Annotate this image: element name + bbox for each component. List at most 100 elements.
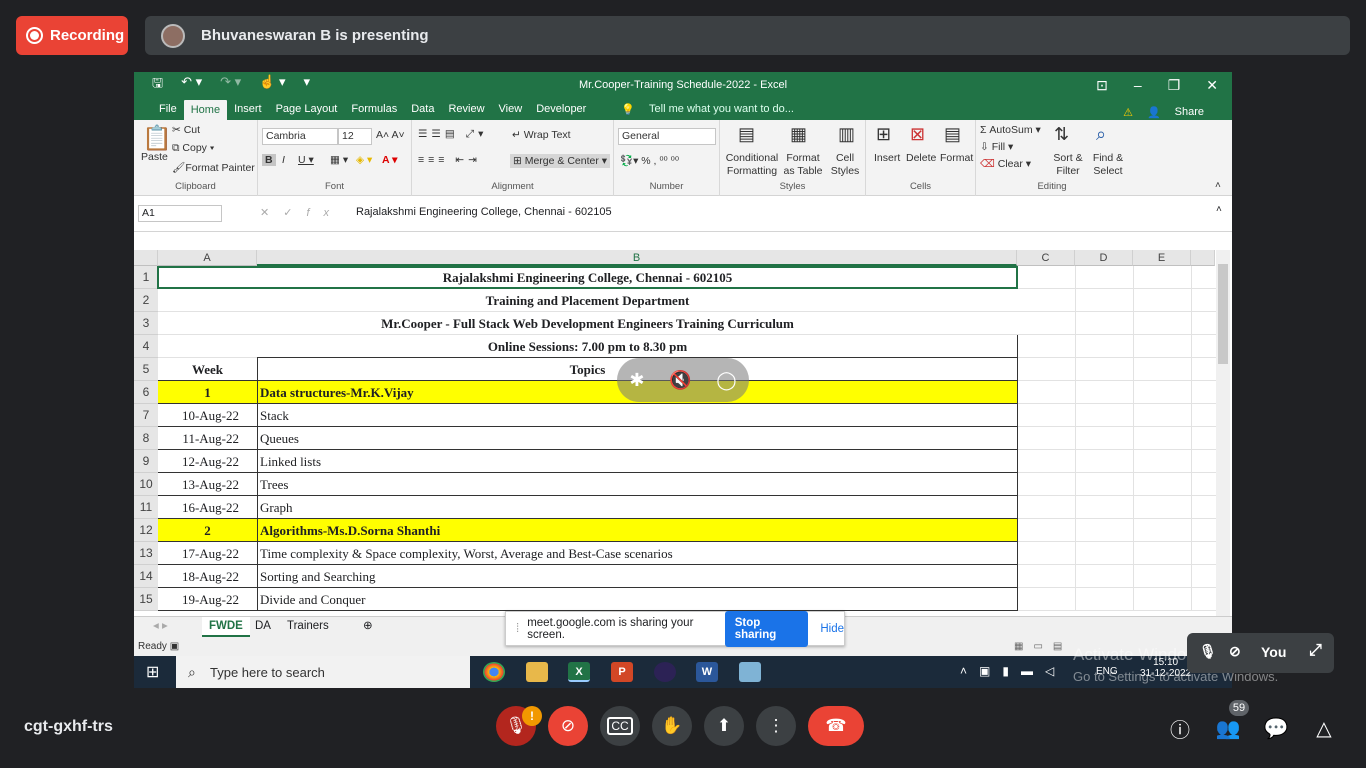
scrollbar-thumb[interactable] bbox=[1218, 264, 1228, 364]
name-box[interactable]: A1 bbox=[138, 205, 222, 222]
border-icon[interactable]: ▦ ▾ bbox=[330, 154, 348, 166]
row-header[interactable]: 3 bbox=[134, 312, 158, 335]
cell-b15[interactable]: Divide and Conquer bbox=[260, 588, 1015, 611]
row-header[interactable]: 10 bbox=[134, 473, 158, 496]
cell-b11[interactable]: Graph bbox=[260, 496, 1015, 519]
italic-button[interactable]: I bbox=[282, 154, 285, 166]
format-as-table-button[interactable]: Format as Table bbox=[780, 152, 826, 178]
column-header-a[interactable]: A bbox=[158, 250, 257, 266]
raise-hand-button[interactable]: ✋ bbox=[652, 706, 692, 746]
row-header[interactable]: 6 bbox=[134, 381, 158, 404]
sheet-tab-da[interactable]: DA bbox=[248, 617, 278, 637]
hide-button[interactable]: Hide bbox=[820, 623, 844, 635]
insert-button[interactable]: Insert bbox=[874, 152, 900, 164]
fill-color-icon[interactable]: ◈ ▾ bbox=[356, 154, 372, 166]
magnifier-icon[interactable]: ⌕ bbox=[1096, 124, 1106, 145]
mic-off-icon[interactable]: 🔇 bbox=[669, 370, 691, 391]
number-format-icons[interactable]: 💱▾ % , ⁰⁰ ⁰⁰ bbox=[620, 154, 679, 167]
font-color-icon[interactable]: A ▾ bbox=[382, 154, 397, 166]
close-icon[interactable]: ✕ bbox=[1206, 77, 1218, 94]
row-header[interactable]: 5 bbox=[134, 358, 158, 381]
cursor-icon[interactable]: ✱ bbox=[629, 370, 644, 391]
insert-cells-icon[interactable]: ⊞ bbox=[876, 124, 891, 145]
word-icon[interactable]: W bbox=[696, 662, 718, 682]
tab-view[interactable]: View bbox=[492, 99, 530, 119]
add-sheet-icon[interactable]: ⊕ bbox=[356, 617, 380, 637]
tab-page-layout[interactable]: Page Layout bbox=[269, 99, 345, 119]
tab-formulas[interactable]: Formulas bbox=[344, 99, 404, 119]
collapse-ribbon-icon[interactable]: ˄ bbox=[1215, 180, 1221, 191]
vertical-scrollbar[interactable] bbox=[1216, 250, 1230, 618]
chrome-icon[interactable] bbox=[483, 662, 505, 682]
sheet-tab-fwde[interactable]: FWDE bbox=[202, 617, 250, 637]
captions-button[interactable]: CC bbox=[600, 706, 640, 746]
tell-me-box[interactable]: 💡 Tell me what you want to do... bbox=[607, 99, 808, 119]
taskbar-search[interactable]: ⌕ Type here to search bbox=[176, 656, 470, 688]
wrap-text-button[interactable]: ↵ Wrap Text bbox=[512, 129, 571, 141]
row-header[interactable]: 11 bbox=[134, 496, 158, 519]
file-explorer-icon[interactable] bbox=[526, 662, 548, 682]
present-button[interactable]: ⬆ bbox=[704, 706, 744, 746]
font-size-select[interactable]: 12 bbox=[338, 128, 372, 145]
clear-button[interactable]: ⌫ Clear ▾ bbox=[980, 158, 1031, 170]
expand-formula-icon[interactable]: ˄ bbox=[1216, 204, 1222, 215]
cell-b4[interactable]: Online Sessions: 7.00 pm to 8.30 pm bbox=[158, 335, 1017, 358]
tab-insert[interactable]: Insert bbox=[227, 99, 269, 119]
app-icon[interactable] bbox=[739, 662, 761, 682]
cell-b3[interactable]: Mr.Cooper - Full Stack Web Development E… bbox=[158, 312, 1017, 335]
powerpoint-icon[interactable]: P bbox=[611, 662, 633, 682]
cell-styles-icon[interactable]: ▥ bbox=[838, 124, 855, 145]
paste-button[interactable]: Paste bbox=[141, 151, 168, 163]
worksheet-grid[interactable]: A B C D E 1 Rajalakshmi Engineering Colle… bbox=[134, 250, 1232, 618]
format-painter-button[interactable]: 🖌Format Painter bbox=[172, 161, 255, 174]
chat-button[interactable]: 💬 bbox=[1258, 710, 1294, 746]
format-table-icon[interactable]: ▦ bbox=[790, 124, 807, 145]
excel-taskbar-icon[interactable]: X bbox=[568, 662, 590, 682]
cell-styles-button[interactable]: Cell Styles bbox=[828, 152, 862, 178]
cell-b5[interactable]: Topics bbox=[158, 358, 1017, 381]
grow-font-icon[interactable]: A˄ A˅ bbox=[376, 129, 405, 141]
row-header[interactable]: 15 bbox=[134, 588, 158, 611]
delete-cells-icon[interactable]: ⊠ bbox=[910, 124, 925, 145]
tab-data[interactable]: Data bbox=[404, 99, 441, 119]
restore-icon[interactable]: ❐ bbox=[1168, 77, 1181, 94]
cell-b9[interactable]: Linked lists bbox=[260, 450, 1015, 473]
paste-icon[interactable]: 📋 bbox=[142, 124, 172, 153]
tab-developer[interactable]: Developer bbox=[529, 99, 593, 119]
row-header[interactable]: 9 bbox=[134, 450, 158, 473]
autosum-button[interactable]: Σ AutoSum ▾ bbox=[980, 124, 1041, 136]
fill-button[interactable]: ⇩ Fill ▾ bbox=[980, 141, 1013, 153]
circle-icon[interactable]: ◯ bbox=[716, 370, 736, 391]
number-format-select[interactable]: General bbox=[618, 128, 716, 145]
merge-center-button[interactable]: ⊞ Merge & Center ▾ bbox=[510, 154, 611, 168]
format-cells-icon[interactable]: ▤ bbox=[944, 124, 961, 145]
column-header-e[interactable]: E bbox=[1133, 250, 1191, 266]
cell-b14[interactable]: Sorting and Searching bbox=[260, 565, 1015, 588]
cell-b10[interactable]: Trees bbox=[260, 473, 1015, 496]
windows-start-icon[interactable]: ⊞ bbox=[146, 662, 159, 682]
stop-sharing-button[interactable]: Stop sharing bbox=[724, 610, 809, 647]
ribbon-display-icon[interactable]: ⊡ bbox=[1096, 77, 1108, 94]
cell-a12[interactable]: 2 bbox=[158, 519, 257, 542]
align-top-icons[interactable]: ☰☰▤ ⤢▾ bbox=[418, 128, 487, 141]
more-options-button[interactable]: ⋮ bbox=[756, 706, 796, 746]
row-header[interactable]: 1 bbox=[134, 266, 158, 289]
sheet-nav-icons[interactable]: ◂ ▸ bbox=[146, 617, 175, 637]
tab-file[interactable]: File bbox=[152, 99, 184, 119]
cell-a15[interactable]: 19-Aug-22 bbox=[158, 588, 257, 611]
row-header[interactable]: 14 bbox=[134, 565, 158, 588]
cell-a8[interactable]: 11-Aug-22 bbox=[158, 427, 257, 450]
find-select-button[interactable]: Find & Select bbox=[1088, 152, 1128, 178]
cell-b8[interactable]: Queues bbox=[260, 427, 1015, 450]
share-button[interactable]: ⚠ 👤 Share bbox=[1109, 102, 1218, 122]
row-header[interactable]: 7 bbox=[134, 404, 158, 427]
copy-button[interactable]: ⧉ Copy ▾ bbox=[172, 142, 214, 155]
drag-handle-icon[interactable]: ⁞ bbox=[516, 623, 519, 635]
bold-button[interactable]: B bbox=[262, 154, 276, 166]
sort-filter-icon[interactable]: ⇅ bbox=[1054, 124, 1069, 145]
cell-b13[interactable]: Time complexity & Space complexity, Wors… bbox=[260, 542, 1015, 565]
cell-a5[interactable]: Week bbox=[158, 358, 257, 381]
column-header-c[interactable]: C bbox=[1017, 250, 1075, 266]
row-header[interactable]: 8 bbox=[134, 427, 158, 450]
tab-review[interactable]: Review bbox=[441, 99, 491, 119]
